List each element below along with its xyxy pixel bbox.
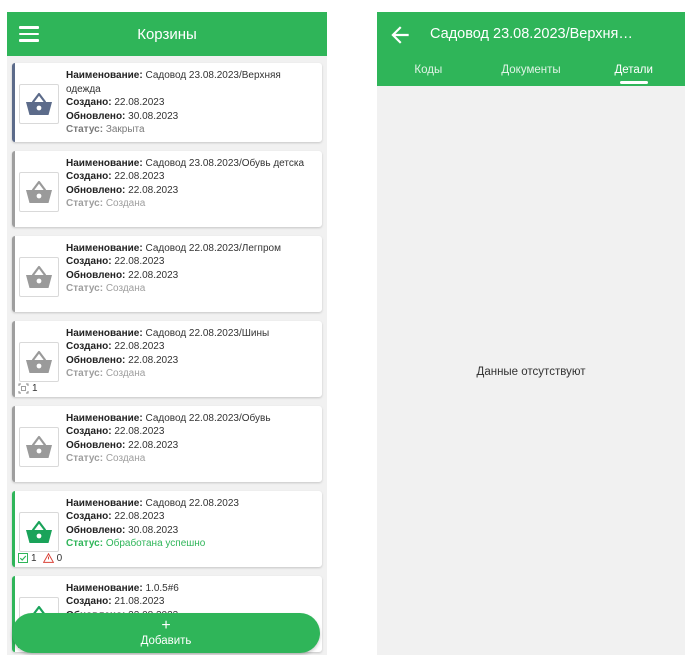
scan-icon xyxy=(18,383,29,393)
basket-updated: 22.08.2023 xyxy=(128,354,179,366)
basket-card[interactable]: Наименование: Садовод 22.08.2023/Легпром… xyxy=(12,235,322,312)
basket-created-line: Создано: 21.08.2023 xyxy=(66,596,165,607)
basket-updated-line: Обновлено: 22.08.2023 xyxy=(66,354,179,366)
basket-name-line: Наименование: Садовод 23.08.2023/Верхняя… xyxy=(66,70,281,95)
basket-name-line: Наименование: 1.0.5#6 xyxy=(66,582,179,594)
basket-created-line: Создано: 22.08.2023 xyxy=(66,341,165,352)
tab-bar: Коды Документы Детали xyxy=(377,60,685,86)
basket-created: 22.08.2023 xyxy=(114,511,165,522)
page-title: Корзины xyxy=(137,25,197,43)
basket-status-line: Статус: Создана xyxy=(66,198,146,209)
status-indicator xyxy=(12,235,15,312)
basket-created: 22.08.2023 xyxy=(114,97,165,108)
status-indicator xyxy=(12,405,15,482)
basket-card[interactable]: Наименование: Садовод 22.08.2023/Шины Со… xyxy=(12,320,322,397)
basket-updated-line: Обновлено: 22.08.2023 xyxy=(66,439,179,451)
basket-status-line: Статус: Закрыта xyxy=(66,124,145,135)
basket-created-line: Создано: 22.08.2023 xyxy=(66,256,165,267)
basket-updated-line: Обновлено: 22.08.2023 xyxy=(66,184,179,196)
basket-icon xyxy=(19,171,59,212)
basket-details-screen: Садовод 23.08.2023/Верхня… Коды Документы… xyxy=(377,12,685,655)
status-indicator xyxy=(12,490,15,567)
menu-icon[interactable] xyxy=(7,12,51,56)
warning-icon xyxy=(42,553,54,563)
basket-status-line: Статус: Обработана успешно xyxy=(66,538,206,549)
basket-created: 22.08.2023 xyxy=(114,341,165,352)
basket-updated: 22.08.2023 xyxy=(128,269,179,281)
basket-card[interactable]: Наименование: Садовод 22.08.2023/Обувь С… xyxy=(12,405,322,482)
empty-state-text: Данные отсутствуют xyxy=(476,366,586,378)
app-bar: Корзины xyxy=(7,12,327,56)
basket-name: Садовод 22.08.2023 xyxy=(145,497,239,509)
basket-card[interactable]: Наименование: Садовод 22.08.2023 Создано… xyxy=(12,490,322,567)
plus-icon: + xyxy=(161,617,171,634)
app-bar: Садовод 23.08.2023/Верхня… Коды Документы… xyxy=(377,12,685,86)
page-title: Садовод 23.08.2023/Верхня… xyxy=(430,26,633,42)
basket-icon xyxy=(19,511,59,552)
basket-created-line: Создано: 22.08.2023 xyxy=(66,171,165,182)
basket-created-line: Создано: 22.08.2023 xyxy=(66,511,165,522)
check-box-icon xyxy=(18,553,28,563)
status-indicator xyxy=(12,150,15,227)
basket-status: Создана xyxy=(105,453,146,464)
basket-list: Наименование: Садовод 23.08.2023/Верхняя… xyxy=(7,56,327,652)
basket-updated: 30.08.2023 xyxy=(128,110,179,122)
add-button-label: Добавить xyxy=(140,635,192,647)
basket-name: Садовод 23.08.2023/Обувь детска xyxy=(145,157,305,169)
basket-card[interactable]: Наименование: Садовод 23.08.2023/Обувь д… xyxy=(12,150,322,227)
basket-created: 22.08.2023 xyxy=(114,426,165,437)
tab-documents[interactable]: Документы xyxy=(480,60,583,86)
basket-icon xyxy=(19,341,59,382)
back-arrow-icon[interactable] xyxy=(387,22,413,48)
basket-status-line: Статус: Создана xyxy=(66,453,146,464)
add-button[interactable]: + Добавить xyxy=(12,613,320,653)
basket-status-line: Статус: Создана xyxy=(66,368,146,379)
scan-count-badge: 1 xyxy=(18,383,41,394)
basket-name: 1.0.5#6 xyxy=(145,582,179,594)
basket-status-line: Статус: Создана xyxy=(66,283,146,294)
status-indicator xyxy=(12,320,15,397)
basket-card[interactable]: Наименование: Садовод 23.08.2023/Верхняя… xyxy=(12,63,322,142)
basket-created: 21.08.2023 xyxy=(114,596,165,607)
basket-icon xyxy=(19,426,59,467)
tab-codes[interactable]: Коды xyxy=(377,60,480,86)
baskets-screen: Корзины Наименование: Садовод 23.08.2023… xyxy=(7,12,327,655)
basket-name-line: Наименование: Садовод 22.08.2023 xyxy=(66,497,239,509)
basket-updated: 30.08.2023 xyxy=(128,524,179,536)
basket-updated-line: Обновлено: 30.08.2023 xyxy=(66,524,179,536)
basket-icon xyxy=(19,256,59,297)
basket-status: Создана xyxy=(105,283,146,294)
basket-status: Создана xyxy=(105,198,146,209)
basket-name: Садовод 22.08.2023/Легпром xyxy=(145,242,281,254)
basket-created-line: Создано: 22.08.2023 xyxy=(66,426,165,437)
basket-status: Создана xyxy=(105,368,146,379)
basket-name: Садовод 22.08.2023/Обувь xyxy=(145,412,271,424)
basket-name-line: Наименование: Садовод 23.08.2023/Обувь д… xyxy=(66,157,305,169)
basket-updated: 22.08.2023 xyxy=(128,184,179,196)
basket-status: Обработана успешно xyxy=(105,538,206,549)
basket-updated: 22.08.2023 xyxy=(128,439,179,451)
status-indicator xyxy=(12,63,15,142)
basket-created: 22.08.2023 xyxy=(114,256,165,267)
tab-details[interactable]: Детали xyxy=(582,60,685,86)
basket-created-line: Создано: 22.08.2023 xyxy=(66,97,165,108)
basket-status: Закрыта xyxy=(105,124,145,135)
basket-name-line: Наименование: Садовод 22.08.2023/Обувь xyxy=(66,412,271,424)
basket-updated-line: Обновлено: 22.08.2023 xyxy=(66,269,179,281)
result-badges: 1 0 xyxy=(18,553,65,564)
basket-updated-line: Обновлено: 30.08.2023 xyxy=(66,110,179,122)
basket-name-line: Наименование: Садовод 22.08.2023/Легпром xyxy=(66,242,281,254)
basket-created: 22.08.2023 xyxy=(114,171,165,182)
basket-name-line: Наименование: Садовод 22.08.2023/Шины xyxy=(66,327,270,339)
basket-name: Садовод 22.08.2023/Шины xyxy=(145,327,270,339)
basket-icon xyxy=(19,84,59,124)
